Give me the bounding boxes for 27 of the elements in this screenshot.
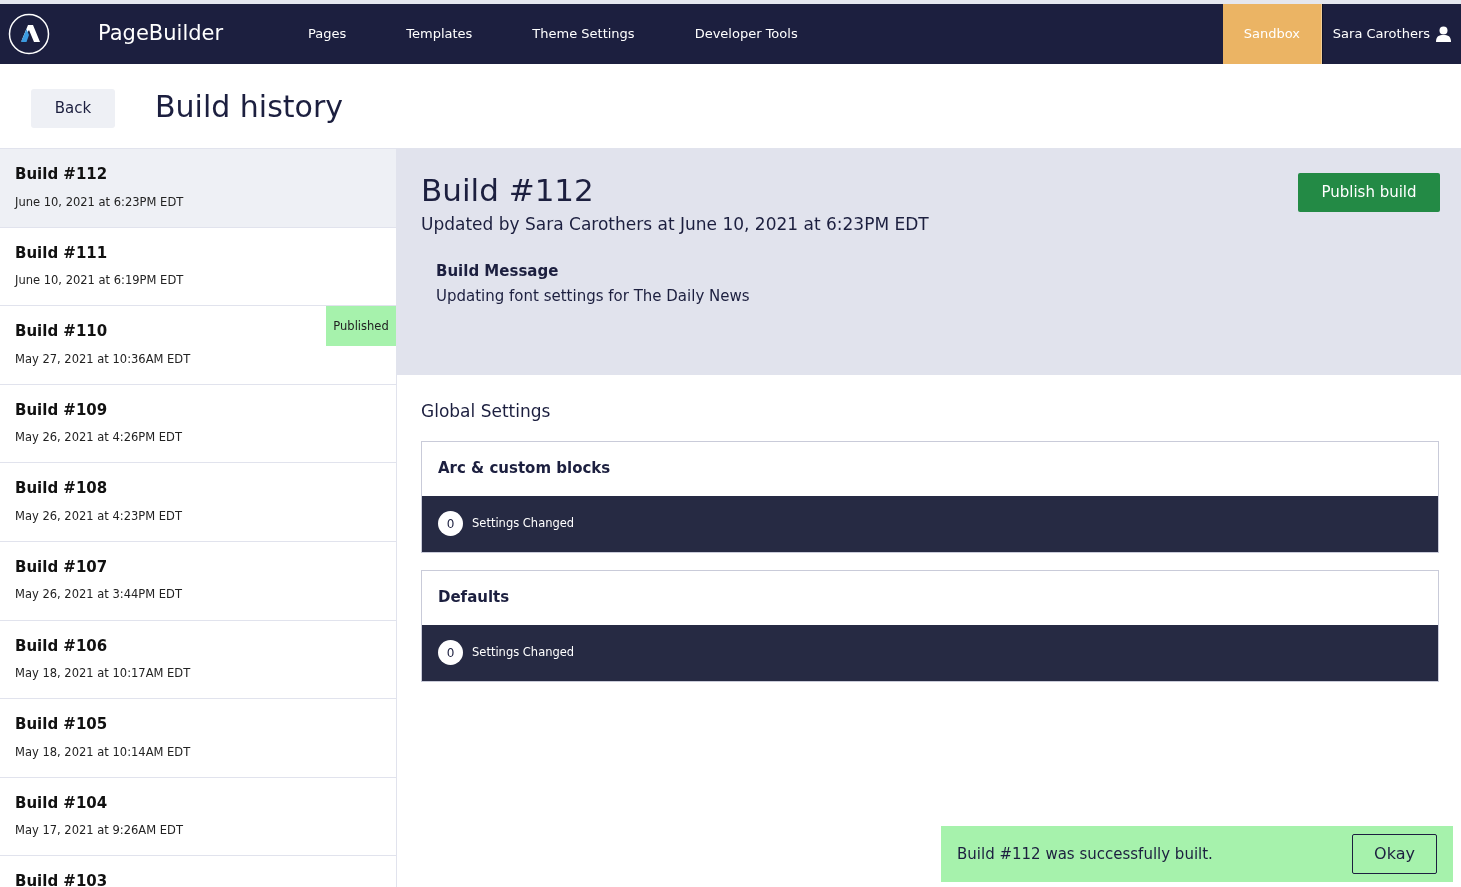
section-heading: Global Settings	[421, 400, 552, 423]
toast-message: Build #112 was successfully built.	[957, 843, 1213, 865]
build-title: Build #112	[421, 171, 594, 209]
nav-link[interactable]: Templates	[376, 24, 503, 44]
settings-changed-label: Settings Changed	[472, 514, 575, 532]
build-list-item[interactable]: Build #112 June 10, 2021 at 6:23PM EDT	[0, 149, 396, 228]
user-menu[interactable]: Sara Carothers	[1321, 4, 1461, 64]
page-title: Build history	[155, 87, 344, 126]
message-label: Build Message	[436, 260, 560, 282]
nav-link[interactable]: Theme Settings	[502, 24, 665, 44]
group-title: Defaults	[438, 587, 510, 609]
logo-icon	[8, 13, 50, 55]
back-button[interactable]: Back	[31, 88, 115, 128]
group-title: Arc & custom blocks	[438, 458, 611, 480]
user-icon	[1436, 26, 1451, 42]
count-badge: 0	[438, 640, 463, 665]
app-name: PageBuilder	[98, 20, 225, 48]
build-message: Updating font settings for The Daily News	[436, 286, 751, 307]
nav-link[interactable]: Developer Tools	[664, 24, 828, 44]
publish-button[interactable]: Publish build	[1298, 173, 1440, 212]
build-list-item[interactable]: Build #110 May 27, 2021 at 10:36AM EDT Published	[0, 306, 396, 385]
published-badge: Published	[326, 306, 396, 347]
settings-changed-label: Settings Changed	[472, 643, 575, 661]
count-badge: 0	[438, 511, 463, 536]
okay-button[interactable]: Okay	[1352, 834, 1437, 874]
updated-by-text: Updated by Sara Carothers at June 10, 2021 at 6:23PM EDT	[421, 213, 930, 236]
nav-link[interactable]: Pages	[278, 24, 377, 44]
